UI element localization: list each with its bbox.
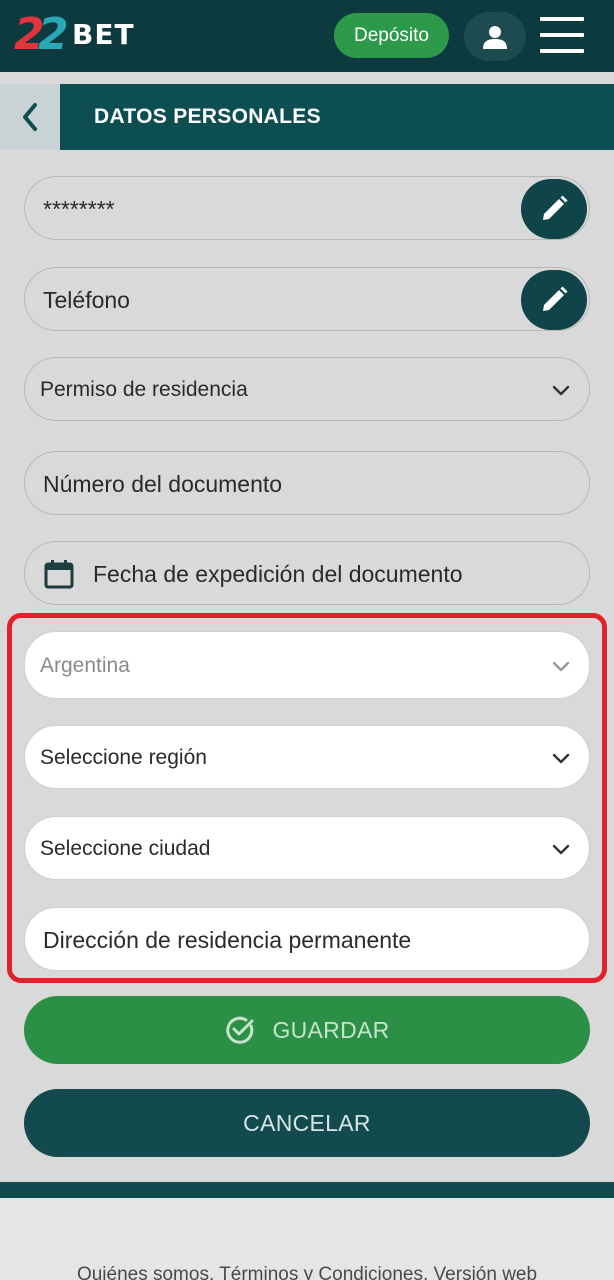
calendar-icon [44, 560, 74, 589]
city-label: Seleccione ciudad [40, 837, 211, 860]
save-label: GUARDAR [272, 1016, 390, 1043]
residence-permit-label: Permiso de residencia [40, 378, 248, 401]
user-icon [483, 25, 507, 49]
footer-link-terms[interactable]: Términos y Condiciones [219, 1264, 423, 1280]
chevron-down-icon [552, 844, 570, 855]
page-title: DATOS PERSONALES [94, 105, 321, 128]
chevron-down-icon [552, 661, 570, 672]
top-header: 2 2 BET Depósito [0, 0, 614, 72]
document-number-placeholder: Número del documento [43, 471, 283, 497]
footer-separator: , [422, 1264, 434, 1280]
phone-placeholder: Teléfono [43, 287, 130, 313]
country-value: Argentina [40, 654, 130, 677]
footer-separator: , [208, 1264, 220, 1280]
city-select[interactable]: Seleccione ciudad [24, 816, 590, 880]
region-label: Seleccione región [40, 746, 207, 769]
password-field[interactable]: ******** [24, 176, 590, 240]
region-select[interactable]: Seleccione región [24, 725, 590, 789]
footer-links: Quiénes somos, Términos y Condiciones, V… [0, 1264, 614, 1280]
document-date-input[interactable]: Fecha de expedición del documento [24, 541, 590, 605]
footer-link-web-version[interactable]: Versión web [434, 1264, 538, 1280]
document-number-input[interactable]: Número del documento [24, 451, 590, 515]
pencil-icon [543, 195, 568, 220]
country-select[interactable]: Argentina [24, 631, 590, 699]
back-button[interactable] [0, 84, 60, 150]
residence-permit-select[interactable]: Permiso de residencia [24, 357, 590, 421]
hamburger-menu-button[interactable] [540, 17, 584, 53]
logo-text: BET [72, 18, 135, 51]
cancel-button[interactable]: CANCELAR [24, 1089, 590, 1157]
chevron-down-icon [552, 385, 570, 396]
edit-phone-button[interactable] [521, 270, 587, 330]
phone-field[interactable]: Teléfono [24, 267, 590, 331]
footer-link-about[interactable]: Quiénes somos [77, 1264, 209, 1280]
logo-digit-1: 2 [14, 9, 44, 60]
account-button[interactable] [464, 12, 526, 61]
footer-divider [0, 1182, 614, 1198]
check-circle-icon [226, 1016, 254, 1044]
address-input[interactable]: Dirección de residencia permanente [24, 907, 590, 971]
menu-line-icon [540, 33, 584, 37]
menu-line-icon [540, 49, 584, 53]
brand-logo[interactable]: 2 2 BET [14, 10, 144, 62]
page-titlebar: DATOS PERSONALES [0, 84, 614, 150]
cancel-label: CANCELAR [243, 1109, 371, 1136]
menu-line-icon [540, 17, 584, 21]
save-button[interactable]: GUARDAR [24, 996, 590, 1064]
password-value: ******** [43, 196, 115, 222]
document-date-placeholder: Fecha de expedición del documento [93, 561, 463, 587]
pencil-icon [543, 286, 568, 311]
chevron-left-icon [23, 103, 37, 131]
logo-digit-2: 2 [38, 9, 68, 60]
footer: Quiénes somos, Términos y Condiciones, V… [0, 1198, 614, 1280]
address-placeholder: Dirección de residencia permanente [43, 927, 412, 953]
chevron-down-icon [552, 753, 570, 764]
deposit-button[interactable]: Depósito [334, 13, 449, 58]
edit-password-button[interactable] [521, 179, 587, 239]
